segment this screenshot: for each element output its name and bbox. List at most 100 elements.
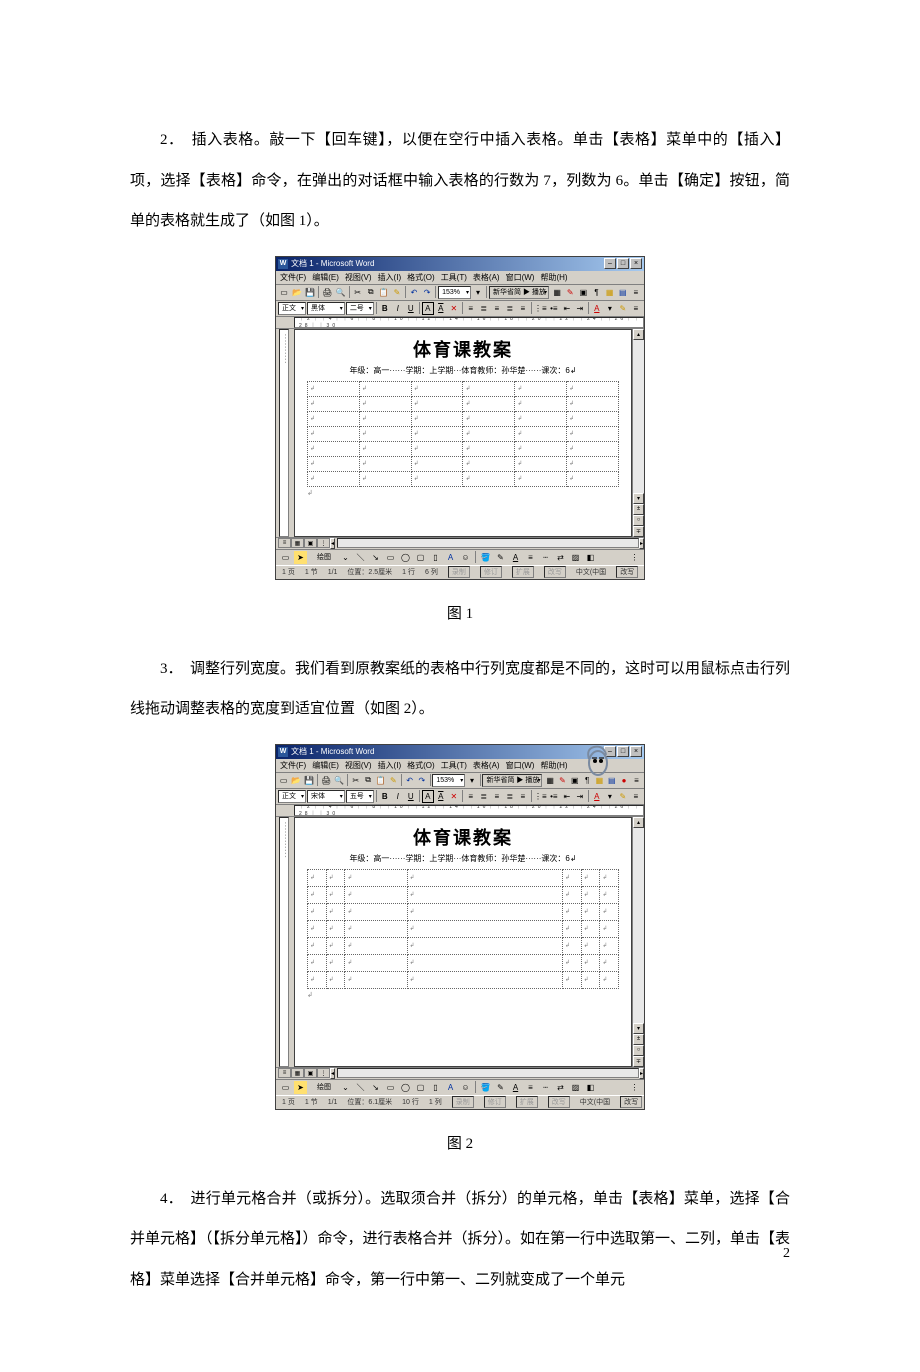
excel-icon[interactable]: ▤ xyxy=(606,774,617,787)
line-color-icon[interactable]: ✎ xyxy=(494,551,507,564)
bullets-icon[interactable]: •≡ xyxy=(548,790,560,803)
font-color-draw-icon[interactable]: A xyxy=(509,1081,522,1094)
next-page-icon[interactable]: ∓ xyxy=(633,1056,644,1067)
font-color-icon[interactable]: A xyxy=(591,302,603,315)
shadow-icon[interactable]: ▨ xyxy=(569,551,582,564)
scroll-right-icon[interactable]: ▸ xyxy=(639,538,644,549)
select-objects-icon[interactable]: ➤ xyxy=(294,551,307,564)
style-combo[interactable]: 正文 xyxy=(278,790,306,803)
redo-icon[interactable]: ↷ xyxy=(421,286,433,299)
vertical-textbox-icon[interactable]: ▯ xyxy=(429,551,442,564)
menu-file[interactable]: 文件(F) xyxy=(280,760,306,771)
highlight-icon[interactable]: ✎ xyxy=(617,790,629,803)
arrow-icon[interactable]: ↘ xyxy=(369,1081,382,1094)
print-icon[interactable]: 🖨 xyxy=(320,774,332,787)
dash-style-icon[interactable]: ┄ xyxy=(539,1081,552,1094)
char-shading-icon[interactable]: A xyxy=(435,790,447,803)
align-left-icon[interactable]: ≡ xyxy=(465,790,477,803)
align-center-icon[interactable]: ≣ xyxy=(478,790,490,803)
drawing-icon[interactable]: ✎ xyxy=(564,286,576,299)
underline-icon[interactable]: U xyxy=(405,790,417,803)
horizontal-ruler[interactable]: ｜2｜｜4｜｜6｜｜8｜｜10｜｜12｜｜14｜｜16｜｜18｜｜20｜｜22｜… xyxy=(276,805,644,817)
outline-view-icon[interactable]: ⋮ xyxy=(317,538,330,548)
toolbar-more-icon[interactable]: ≡ xyxy=(631,774,642,787)
drawing-icon[interactable]: ✎ xyxy=(557,774,568,787)
columns-icon[interactable]: ▦ xyxy=(544,774,555,787)
save-icon[interactable]: 💾 xyxy=(304,286,316,299)
toolbar-more-icon[interactable]: ⋮ xyxy=(628,1081,641,1094)
web-layout-icon[interactable]: ▦ xyxy=(291,538,304,548)
font-size-combo[interactable]: 二号 xyxy=(346,302,374,315)
dropdown-icon[interactable]: ▾ xyxy=(472,286,484,299)
vertical-ruler[interactable]: - - - - - - - - - - - - xyxy=(276,817,294,1067)
menu-edit[interactable]: 编辑(E) xyxy=(312,272,339,283)
menu-tools[interactable]: 工具(T) xyxy=(441,272,467,283)
minimize-button[interactable]: – xyxy=(604,258,616,269)
toolbar-more-icon[interactable]: ≡ xyxy=(630,302,642,315)
menu-file[interactable]: 文件(F) xyxy=(280,272,306,283)
char-border-icon[interactable]: A xyxy=(422,302,434,315)
print-preview-icon[interactable]: 🔍 xyxy=(334,286,346,299)
document-page[interactable]: 体育课教案 年级：高一······学期：上学期···体育教师：孙华楚······… xyxy=(294,817,632,1067)
scroll-right-icon[interactable]: ▸ xyxy=(639,1068,644,1079)
dropdown-icon[interactable]: ▾ xyxy=(604,302,616,315)
print-layout-icon[interactable]: ▣ xyxy=(304,538,317,548)
print-preview-icon[interactable]: 🔍 xyxy=(333,774,345,787)
save-icon[interactable]: 💾 xyxy=(303,774,315,787)
zoom-combo[interactable]: 153% xyxy=(432,774,465,787)
helper-combo[interactable]: 新华省简 ▶ 播放 xyxy=(489,286,549,299)
line-style-icon[interactable]: ≡ xyxy=(524,551,537,564)
zoom-combo[interactable]: 153% xyxy=(438,286,471,299)
scroll-left-icon[interactable]: ◂ xyxy=(330,538,335,549)
line-icon[interactable]: ＼ xyxy=(354,551,367,564)
underline-icon[interactable]: U xyxy=(405,302,417,315)
inserted-table[interactable] xyxy=(307,869,619,989)
char-scaling-icon[interactable]: ✕ xyxy=(448,302,460,315)
copy-icon[interactable]: ⧉ xyxy=(365,286,377,299)
char-scaling-icon[interactable]: ✕ xyxy=(448,790,460,803)
textbox-icon[interactable]: ▢ xyxy=(414,551,427,564)
numbering-icon[interactable]: ⋮≡ xyxy=(534,790,547,803)
three-d-icon[interactable]: ◧ xyxy=(584,1081,597,1094)
format-painter-icon[interactable]: ✎ xyxy=(391,286,403,299)
prev-page-icon[interactable]: ± xyxy=(633,1034,644,1045)
align-left-icon[interactable]: ≡ xyxy=(465,302,477,315)
menu-window[interactable]: 窗口(W) xyxy=(506,272,535,283)
justify-icon[interactable]: ≣ xyxy=(504,790,516,803)
vertical-textbox-icon[interactable]: ▯ xyxy=(429,1081,442,1094)
scroll-up-icon[interactable]: ▴ xyxy=(633,817,644,828)
fill-color-icon[interactable]: 🪣 xyxy=(479,551,492,564)
insert-table-icon[interactable]: ▦ xyxy=(604,286,616,299)
open-icon[interactable]: 📂 xyxy=(291,286,303,299)
autoshapes-icon[interactable]: ⌄ xyxy=(339,551,352,564)
bold-icon[interactable]: B xyxy=(379,302,391,315)
arrow-style-icon[interactable]: ⇄ xyxy=(554,1081,567,1094)
fill-color-icon[interactable]: 🪣 xyxy=(479,1081,492,1094)
outline-view-icon[interactable]: ⋮ xyxy=(317,1068,330,1078)
menu-help[interactable]: 帮助(H) xyxy=(540,760,567,771)
print-icon[interactable]: 🖨 xyxy=(321,286,333,299)
dropdown-icon[interactable]: ▾ xyxy=(466,774,477,787)
maximize-button[interactable]: □ xyxy=(617,258,629,269)
highlight-icon[interactable]: ✎ xyxy=(617,302,629,315)
increase-indent-icon[interactable]: ⇥ xyxy=(574,790,586,803)
arrow-style-icon[interactable]: ⇄ xyxy=(554,551,567,564)
increase-indent-icon[interactable]: ⇥ xyxy=(574,302,586,315)
line-color-icon[interactable]: ✎ xyxy=(494,1081,507,1094)
menu-format[interactable]: 格式(O) xyxy=(407,760,435,771)
web-layout-icon[interactable]: ▦ xyxy=(291,1068,304,1078)
font-color-draw-icon[interactable]: A xyxy=(509,551,522,564)
bold-icon[interactable]: B xyxy=(379,790,391,803)
select-browse-icon[interactable]: ○ xyxy=(633,1045,644,1056)
oval-icon[interactable]: ◯ xyxy=(399,551,412,564)
format-painter-icon[interactable]: ✎ xyxy=(388,774,399,787)
insert-table-icon[interactable]: ▦ xyxy=(594,774,605,787)
menu-view[interactable]: 视图(V) xyxy=(345,272,372,283)
scroll-down-icon[interactable]: ▾ xyxy=(633,493,644,504)
char-border-icon[interactable]: A xyxy=(422,790,434,803)
char-shading-icon[interactable]: A xyxy=(435,302,447,315)
font-combo[interactable]: 黑体 xyxy=(307,302,345,315)
menu-insert[interactable]: 插入(I) xyxy=(378,272,402,283)
columns-icon[interactable]: ▦ xyxy=(551,286,563,299)
rectangle-icon[interactable]: ▭ xyxy=(384,551,397,564)
